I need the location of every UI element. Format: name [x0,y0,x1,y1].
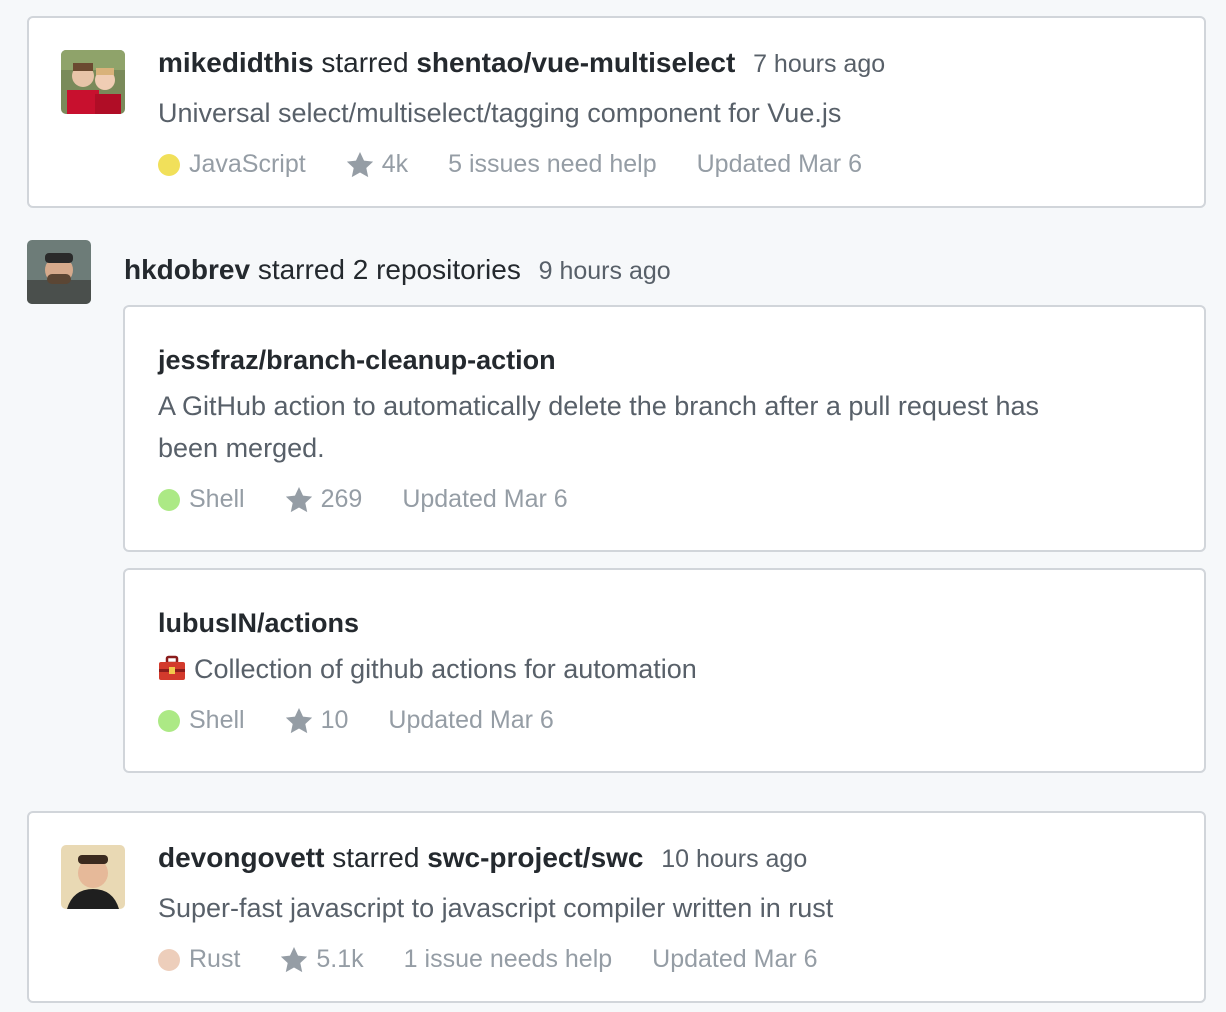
repo-language: JavaScript [158,150,306,179]
event-headline: mikedidthis starred shentao/vue-multisel… [158,46,885,81]
actor-link[interactable]: mikedidthis [158,47,314,78]
toolbox-icon [158,651,186,693]
event-headline: devongovett starred swc-project/swc 10 h… [158,841,807,876]
actor-link[interactable]: hkdobrev [124,254,250,285]
event-time[interactable]: 7 hours ago [753,50,885,78]
language-label: Rust [189,945,241,973]
feed-event-card: mikedidthis starred shentao/vue-multisel… [27,16,1206,208]
repo-description: Universal select/multiselect/tagging com… [158,98,842,128]
feed-event-card: devongovett starred swc-project/swc 10 h… [27,811,1206,1003]
language-color-dot [158,488,180,511]
actor-link[interactable]: devongovett [158,842,324,873]
repo-stars[interactable]: 269 [285,485,363,514]
language-label: JavaScript [189,150,306,178]
language-label: Shell [189,485,245,513]
repo-stars[interactable]: 4k [346,150,408,179]
repo-link[interactable]: jessfraz/branch-cleanup-action [158,343,556,377]
language-color-dot [158,948,180,971]
repo-language: Rust [158,945,240,974]
avatar[interactable] [27,240,91,304]
stars-count: 4k [381,150,409,178]
help-issues-link[interactable]: 1 issue needs help [404,945,612,974]
repo-meta: Shell 10 Updated Mar 6 [158,706,594,735]
avatar[interactable] [61,845,125,909]
language-color-dot [158,153,180,176]
repo-card: lubusIN/actions Collection of github act… [123,568,1206,773]
star-icon [346,151,374,179]
repo-description-line: been merged. [158,433,325,463]
repo-link[interactable]: swc-project/swc [427,842,643,873]
event-verb: starred [332,842,420,873]
event-headline: hkdobrev starred 2 repositories 9 hours … [124,253,671,288]
event-time[interactable]: 10 hours ago [661,845,807,873]
repo-description: Collection of github actions for automat… [158,648,697,693]
repo-language: Shell [158,485,245,514]
repo-card: jessfraz/branch-cleanup-action A GitHub … [123,305,1206,552]
stars-count: 269 [320,485,363,513]
repo-description-line: A GitHub action to automatically delete … [158,391,1040,421]
repo-description-text: Collection of github actions for automat… [194,654,697,684]
star-icon [280,946,308,974]
event-verb: starred 2 repositories [257,254,521,285]
star-icon [285,707,313,735]
updated-date: Updated Mar 6 [652,945,818,973]
repo-meta: Rust 5.1k 1 issue needs help Updated Mar… [158,945,858,974]
help-issues-link[interactable]: 5 issues need help [448,150,656,179]
updated-date: Updated Mar 6 [402,485,568,513]
repo-link[interactable]: lubusIN/actions [158,606,359,640]
event-time[interactable]: 9 hours ago [539,257,671,285]
avatar[interactable] [61,50,125,114]
language-color-dot [158,709,180,732]
repo-language: Shell [158,706,245,735]
repo-description: Super-fast javascript to javascript comp… [158,893,834,923]
updated-date: Updated Mar 6 [388,706,554,734]
stars-count: 5.1k [316,945,364,973]
repo-meta: Shell 269 Updated Mar 6 [158,485,608,514]
star-icon [285,486,313,514]
repo-link[interactable]: shentao/vue-multiselect [416,47,735,78]
updated-date: Updated Mar 6 [696,150,862,178]
stars-count: 10 [320,706,349,734]
repo-description: A GitHub action to automatically delete … [158,385,1039,469]
repo-meta: JavaScript 4k 5 issues need help Updated… [158,150,902,179]
repo-stars[interactable]: 10 [285,706,349,735]
event-verb: starred [321,47,409,78]
repo-stars[interactable]: 5.1k [280,945,364,974]
language-label: Shell [189,706,245,734]
